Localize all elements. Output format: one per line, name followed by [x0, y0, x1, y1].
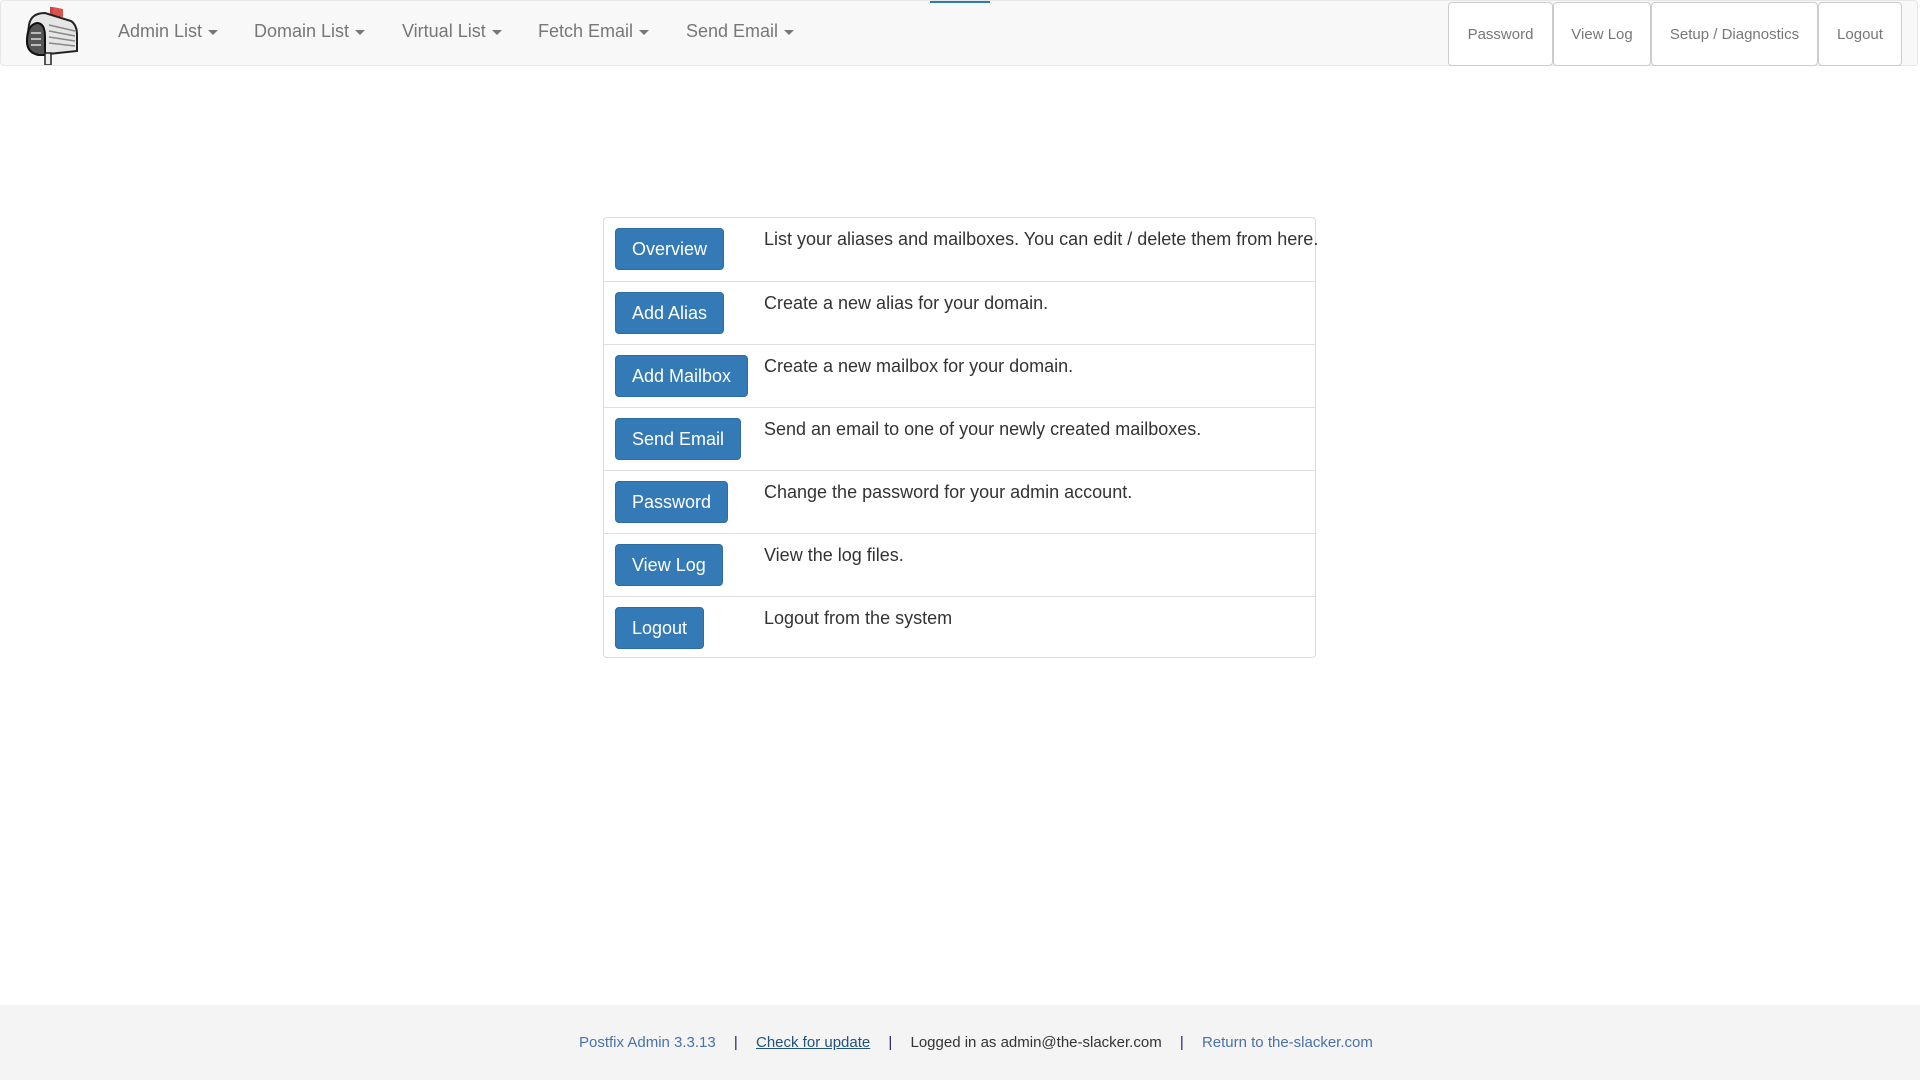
- menu-domain-list[interactable]: Domain List: [254, 21, 366, 42]
- row-description: List your aliases and mailboxes. You can…: [764, 229, 1319, 249]
- row-description: Logout from the system: [764, 608, 953, 628]
- row-description: Create a new mailbox for your domain.: [764, 356, 1074, 376]
- footer-line: Postfix Admin 3.3.13 | Check for update …: [579, 1034, 1373, 1051]
- table-row: Logout Logout from the system: [604, 596, 1315, 659]
- overview-button[interactable]: Overview: [615, 228, 725, 270]
- mailbox-logo-icon[interactable]: [19, 3, 83, 66]
- add-alias-button[interactable]: Add Alias: [615, 292, 725, 334]
- menu-label: Virtual List: [402, 21, 486, 41]
- caret-down-icon: [639, 29, 650, 35]
- page-footer: Postfix Admin 3.3.13 | Check for update …: [0, 1005, 1920, 1080]
- nav-setup-diagnostics-button[interactable]: Setup / Diagnostics: [1651, 2, 1818, 66]
- nav-view-log-button[interactable]: View Log: [1553, 2, 1651, 66]
- send-email-button[interactable]: Send Email: [615, 418, 742, 460]
- nav-password-button[interactable]: Password: [1448, 2, 1553, 66]
- row-description: Send an email to one of your newly creat…: [764, 419, 1202, 439]
- table-row: Overview List your aliases and mailboxes…: [604, 218, 1319, 281]
- top-navbar: Admin List Domain List Virtual List Fetc…: [0, 0, 1918, 66]
- table-row: Password Change the password for your ad…: [604, 470, 1315, 533]
- version-link[interactable]: Postfix Admin 3.3.13: [579, 1034, 716, 1051]
- view-log-button[interactable]: View Log: [615, 544, 723, 586]
- menu-label: Send Email: [686, 21, 779, 41]
- menu-label: Admin List: [118, 21, 203, 41]
- check-update-link[interactable]: Check for update: [756, 1034, 870, 1051]
- table-row: Send Email Send an email to one of your …: [604, 407, 1315, 470]
- nav-logout-button[interactable]: Logout: [1818, 2, 1902, 66]
- caret-down-icon: [355, 29, 366, 35]
- footer-separator: |: [888, 1034, 893, 1051]
- row-description: View the log files.: [764, 545, 904, 565]
- add-mailbox-button[interactable]: Add Mailbox: [615, 355, 749, 397]
- return-link[interactable]: Return to the-slacker.com: [1202, 1034, 1373, 1051]
- menu-label: Domain List: [254, 21, 350, 41]
- caret-down-icon: [784, 29, 795, 35]
- menu-admin-list[interactable]: Admin List: [118, 21, 219, 42]
- menu-fetch-email[interactable]: Fetch Email: [538, 21, 650, 42]
- password-button[interactable]: Password: [615, 481, 729, 523]
- row-description: Create a new alias for your domain.: [764, 293, 1049, 313]
- caret-down-icon: [491, 29, 502, 35]
- row-description: Change the password for your admin accou…: [764, 482, 1133, 502]
- active-indicator: [930, 1, 990, 3]
- footer-separator: |: [733, 1034, 738, 1051]
- menu-label: Fetch Email: [538, 21, 634, 41]
- menu-virtual-list[interactable]: Virtual List: [402, 21, 502, 42]
- caret-down-icon: [208, 29, 219, 35]
- table-row: Add Mailbox Create a new mailbox for you…: [604, 344, 1315, 407]
- logout-button[interactable]: Logout: [615, 607, 705, 649]
- actions-table: Overview List your aliases and mailboxes…: [603, 217, 1319, 659]
- footer-separator: |: [1179, 1034, 1184, 1051]
- table-row: Add Alias Create a new alias for your do…: [604, 281, 1315, 344]
- table-row: View Log View the log files.: [604, 533, 1315, 596]
- logged-in-status: Logged in as admin@the-slacker.com: [910, 1034, 1162, 1051]
- menu-send-email[interactable]: Send Email: [686, 21, 795, 42]
